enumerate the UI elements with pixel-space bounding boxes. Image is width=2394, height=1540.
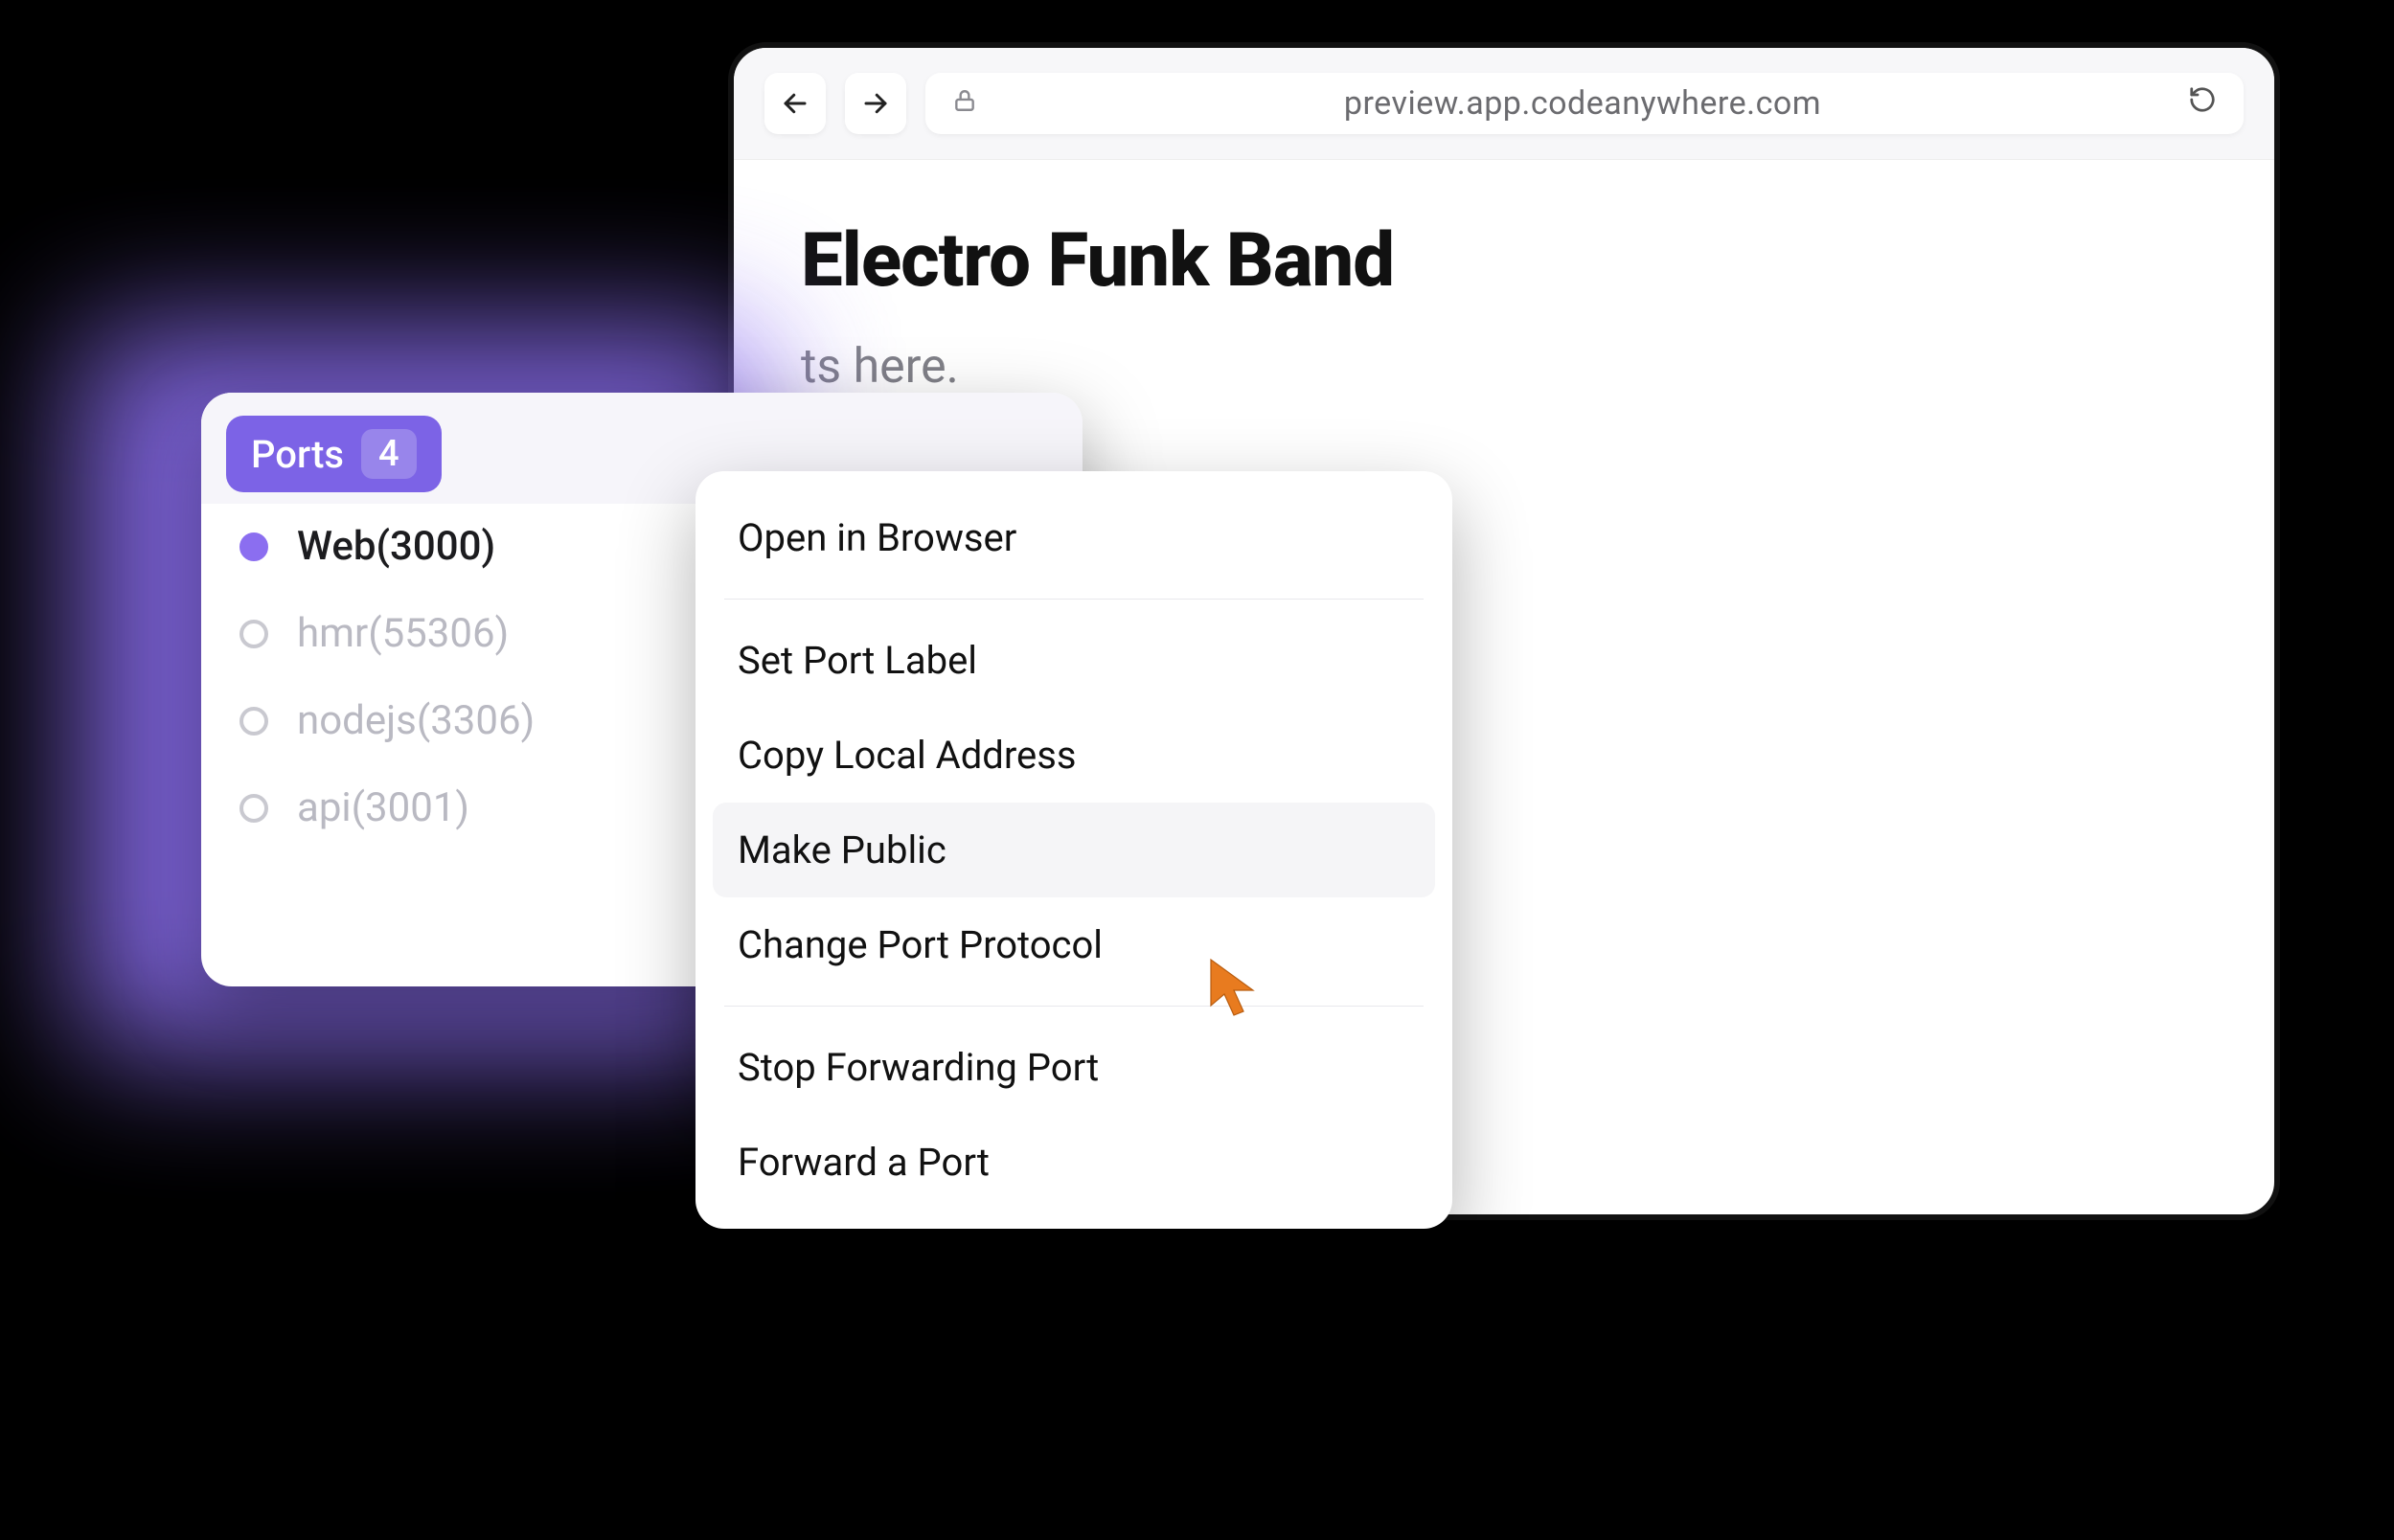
status-dot-icon <box>239 532 268 561</box>
status-dot-icon <box>239 794 268 823</box>
status-dot-icon <box>239 707 268 736</box>
port-label: nodejs(3306) <box>297 697 535 744</box>
page-title: Electro Funk Band <box>801 217 2207 305</box>
forward-button[interactable] <box>845 73 906 134</box>
ports-tab[interactable]: Ports 4 <box>226 416 442 492</box>
port-label: hmr(55306) <box>297 610 509 657</box>
status-dot-icon <box>239 620 268 648</box>
context-menu-separator <box>724 1006 1424 1007</box>
arrow-right-icon <box>861 89 890 118</box>
arrow-left-icon <box>781 89 809 118</box>
context-menu-item[interactable]: Forward a Port <box>695 1115 1452 1210</box>
ports-count-badge: 4 <box>361 429 417 479</box>
port-label: Web(3000) <box>297 523 495 570</box>
port-label: api(3001) <box>297 784 469 831</box>
address-bar[interactable]: preview.app.codeanywhere.com <box>925 73 2244 134</box>
context-menu-item[interactable]: Copy Local Address <box>695 708 1452 803</box>
ports-tab-label: Ports <box>251 432 344 477</box>
lock-icon <box>952 86 977 122</box>
context-menu-item[interactable]: Set Port Label <box>695 613 1452 708</box>
context-menu-item[interactable]: Make Public <box>713 803 1435 897</box>
reload-icon[interactable] <box>2188 85 2217 122</box>
context-menu-item[interactable]: Open in Browser <box>695 490 1452 585</box>
address-text: preview.app.codeanywhere.com <box>996 84 2169 123</box>
port-context-menu: Open in Browser Set Port LabelCopy Local … <box>695 471 1452 1229</box>
context-menu-separator <box>724 599 1424 600</box>
browser-toolbar: preview.app.codeanywhere.com <box>734 48 2274 160</box>
context-menu-item[interactable]: Stop Forwarding Port <box>695 1020 1452 1115</box>
context-menu-item[interactable]: Change Port Protocol <box>695 897 1452 992</box>
page-subtext: ts here. <box>801 339 2207 395</box>
back-button[interactable] <box>764 73 826 134</box>
